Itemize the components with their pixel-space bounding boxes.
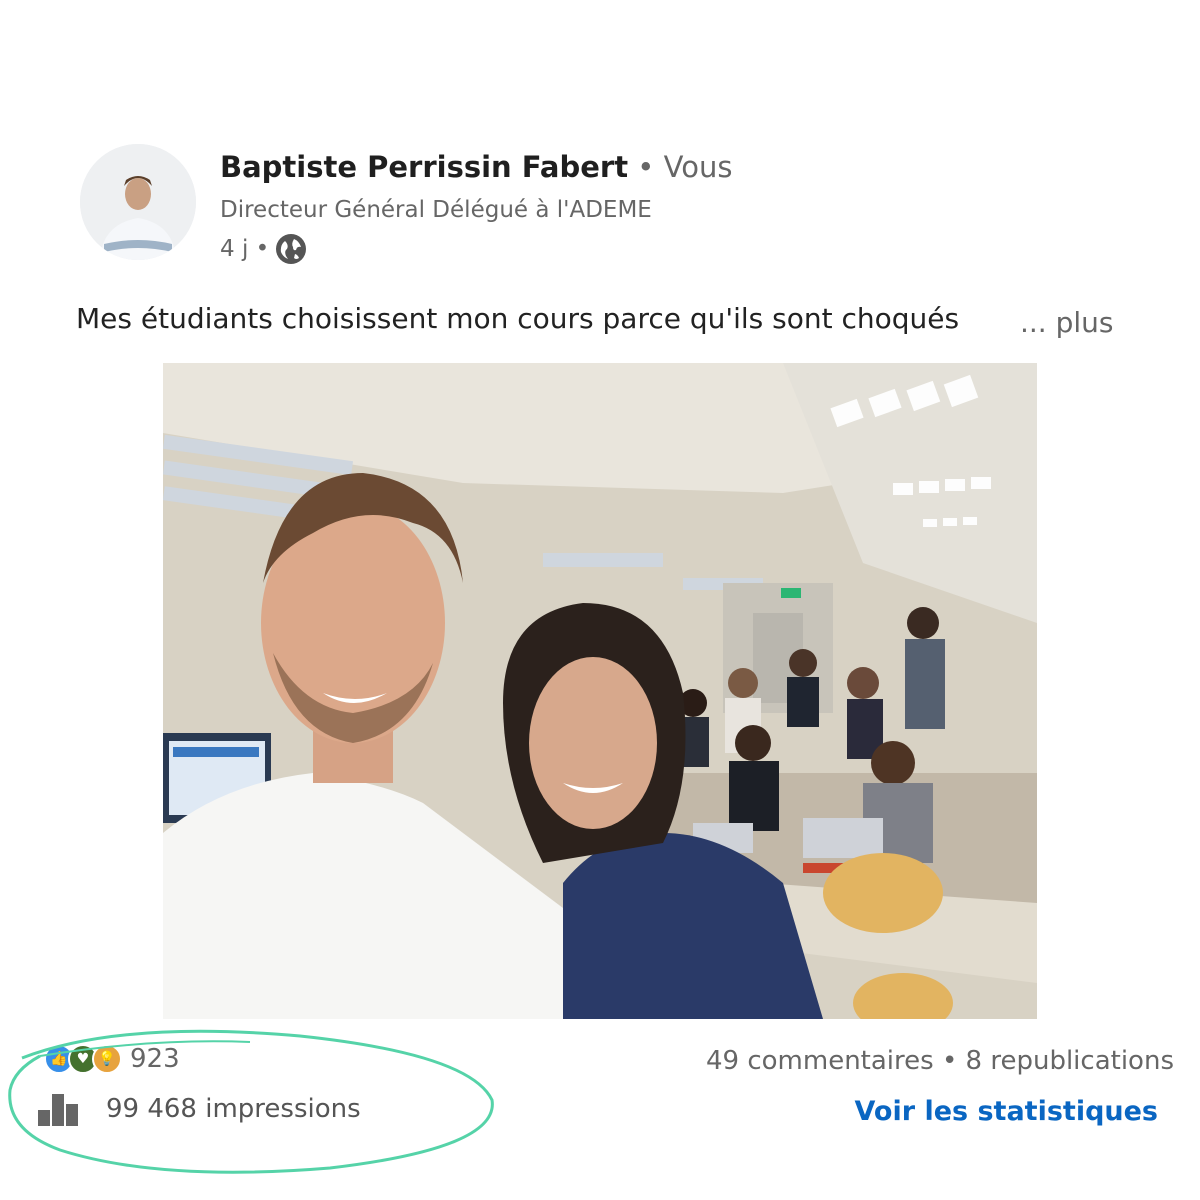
impressions-summary[interactable]: 99 468 impressions xyxy=(36,1092,361,1126)
insightful-icon: 💡 xyxy=(92,1044,122,1074)
author-relation: • Vous xyxy=(628,150,733,184)
author-name-line[interactable]: Baptiste Perrissin Fabert • Vous xyxy=(220,150,732,184)
comments-reposts-count[interactable]: 49 commentaires • 8 republications xyxy=(706,1046,1174,1076)
post-photo[interactable] xyxy=(163,363,1037,1019)
avatar-image xyxy=(80,144,196,260)
post-author-avatar[interactable] xyxy=(80,144,196,260)
post-text: Mes étudiants choisissent mon cours parc… xyxy=(76,302,960,335)
bar-chart-icon xyxy=(38,1094,78,1126)
see-more-link[interactable]: ... plus xyxy=(1020,306,1114,339)
reaction-count: 923 xyxy=(130,1044,180,1074)
globe-icon xyxy=(276,234,307,264)
impressions-count: 99 468 impressions xyxy=(106,1094,361,1124)
author-headline: Directeur Général Délégué à l'ADEME xyxy=(220,197,652,223)
post-age: 4 j • xyxy=(220,236,270,262)
post-meta: 4 j • xyxy=(220,233,307,265)
author-name[interactable]: Baptiste Perrissin Fabert xyxy=(220,150,628,184)
classroom-selfie-image xyxy=(163,363,1037,1019)
view-statistics-link[interactable]: Voir les statistiques xyxy=(855,1096,1159,1127)
reactions-summary[interactable]: 👍 ♥ 💡 923 xyxy=(44,1044,180,1074)
